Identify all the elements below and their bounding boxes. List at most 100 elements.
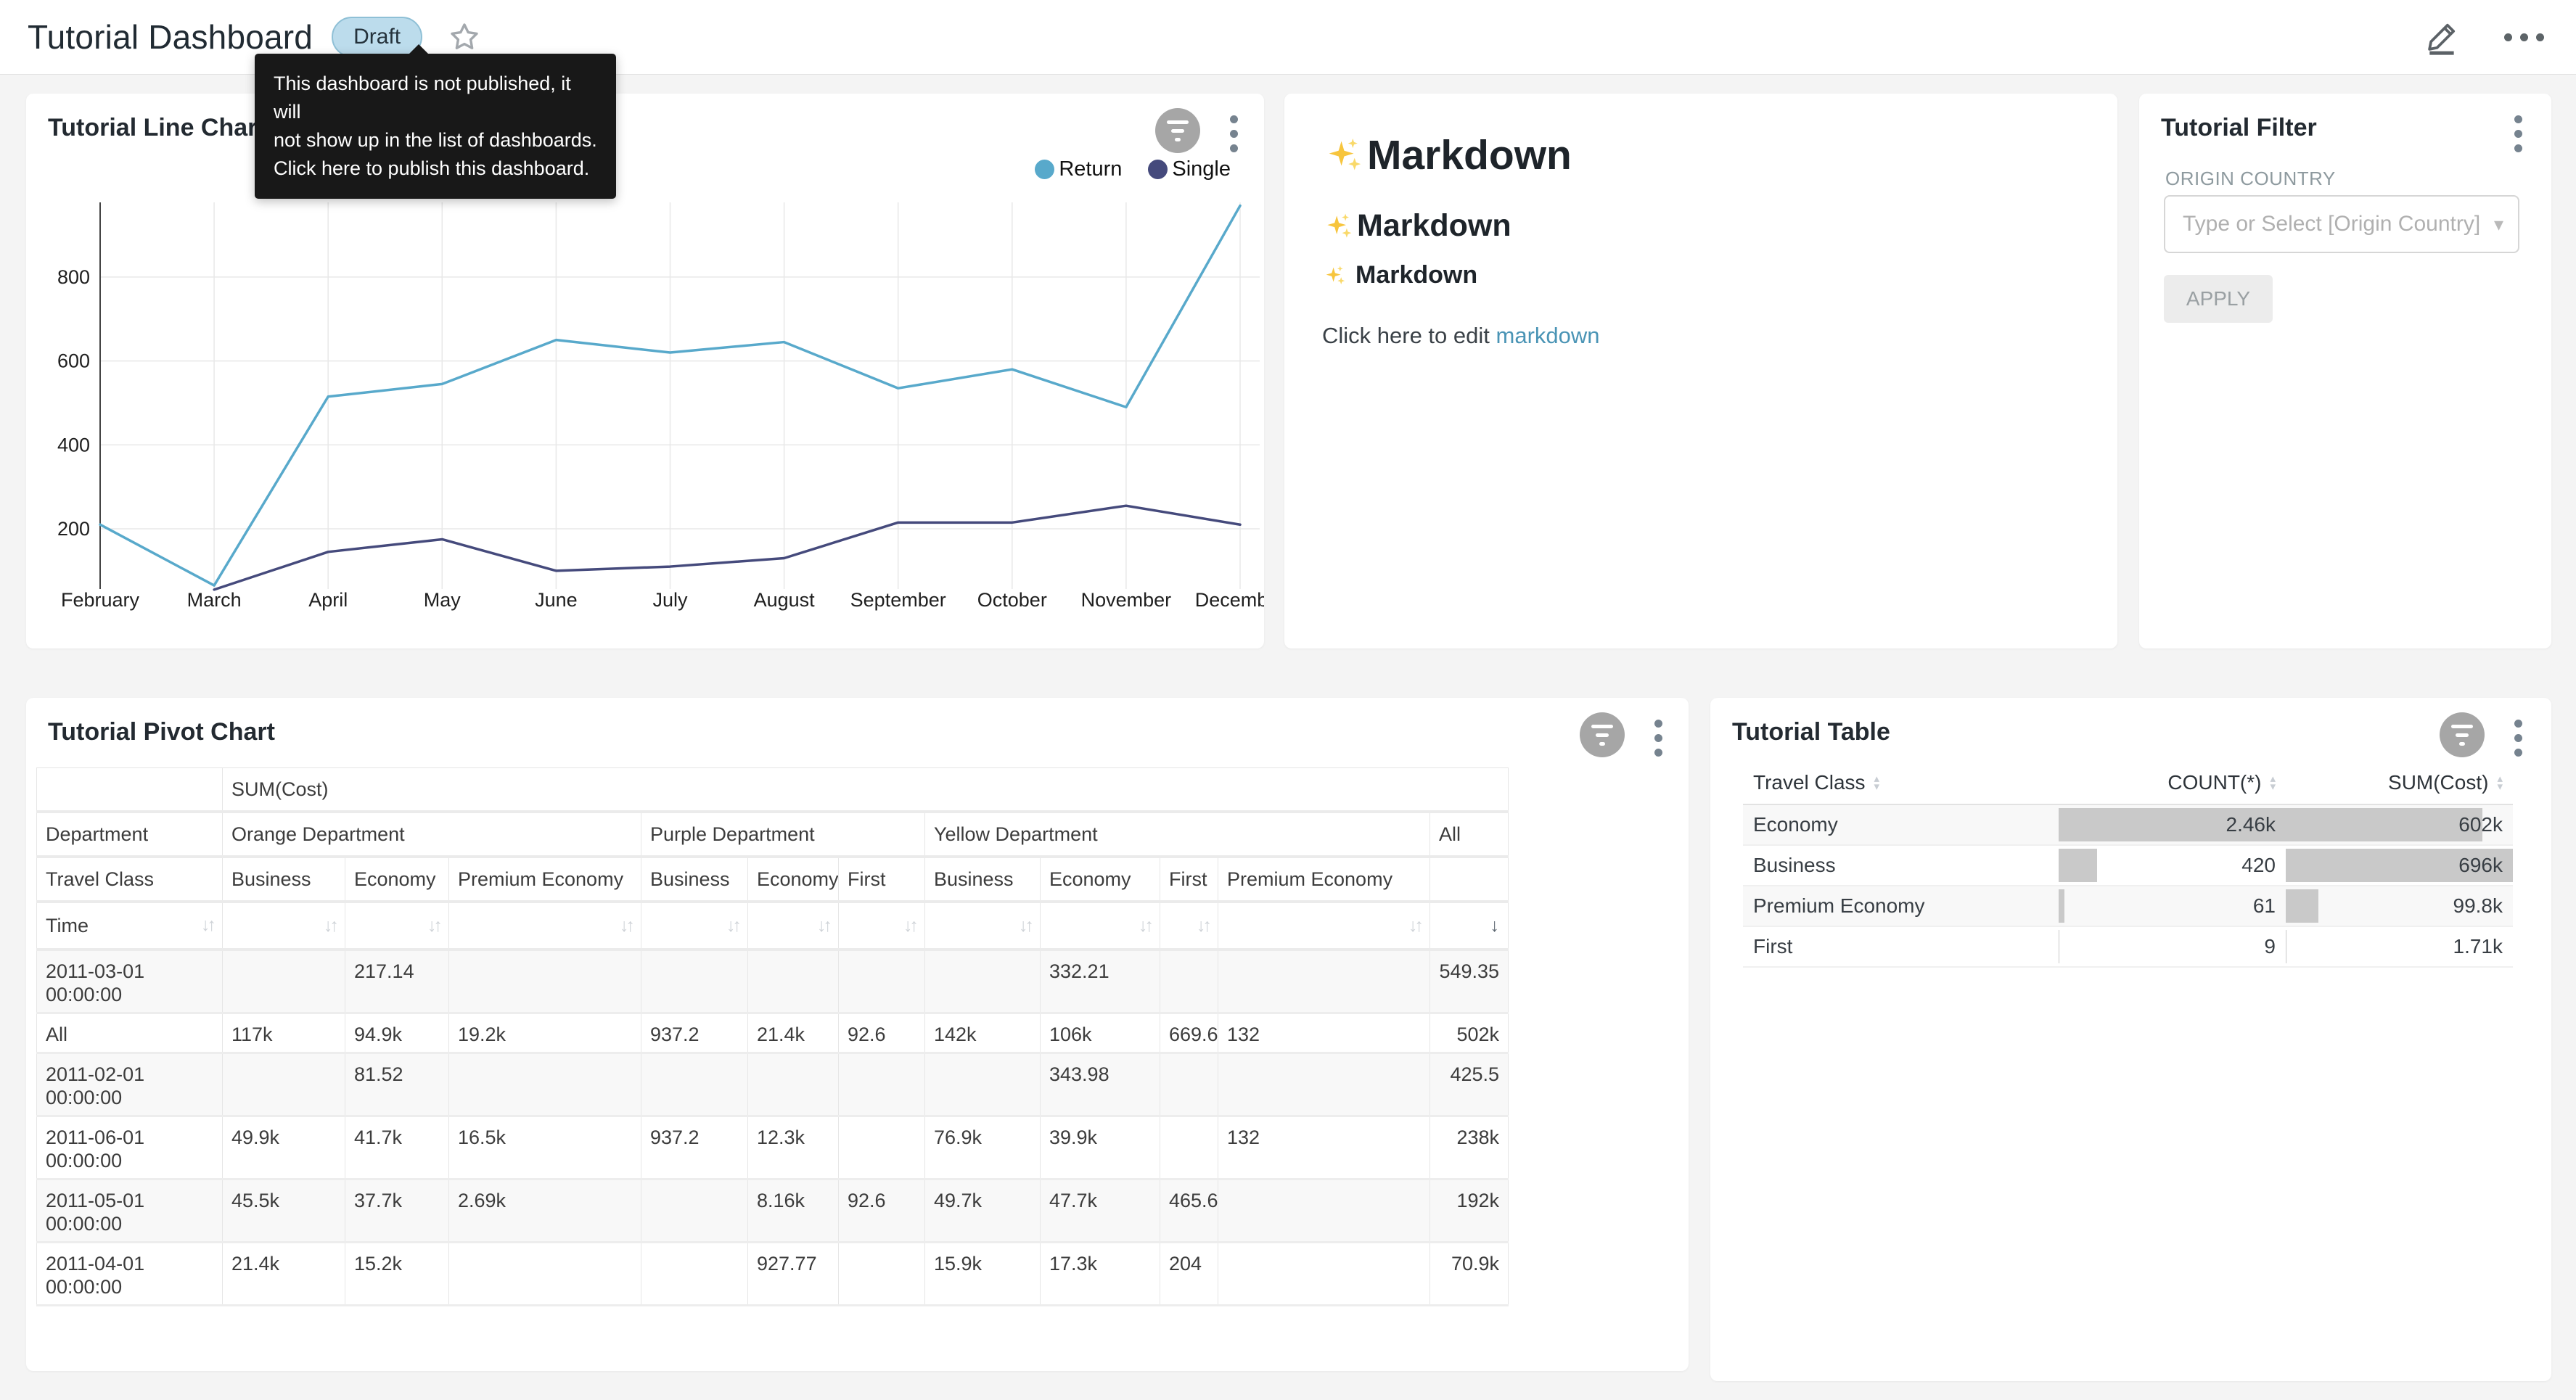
markdown-card: Markdown Markdown Markdown Click here to… [1284,94,2117,648]
sort-icon[interactable]: ↓↑ [1408,915,1421,936]
filter-indicator-icon[interactable] [2440,712,2485,757]
pivot-column-header: Economy [748,857,839,902]
markdown-h1: Markdown [1322,131,1572,179]
table-cell: 2.46k [2059,804,2286,845]
tooltip-line: This dashboard is not published, it will [274,70,597,126]
filter-title: Tutorial Filter [2161,114,2317,142]
tooltip-line: not show up in the list of dashboards. [274,126,597,155]
sort-icon[interactable]: ↓↑ [324,915,336,936]
pivot-time-header: Time↓↑ [37,902,223,950]
kebab-menu-icon[interactable] [1650,715,1667,761]
legend-label: Return [1059,157,1122,181]
kebab-menu-icon[interactable] [1226,111,1242,157]
markdown-h3: Markdown [1322,261,1477,289]
legend-item[interactable]: Return [1035,157,1122,181]
sort-icon[interactable]: ↓↑ [726,915,739,936]
x-axis-tick: February [61,589,140,611]
filter-indicator-icon[interactable] [1580,712,1625,757]
pivot-cell: 132 [1218,1013,1430,1053]
pivot-column-header [1430,857,1509,902]
pivot-row: 2011-03-01 00:00:00217.14332.21549.35 [37,950,1509,1013]
pivot-cell [1218,950,1430,1013]
pivot-group-header: Yellow Department [925,812,1430,857]
legend-dot-icon [1148,160,1168,179]
sparkles-icon [1322,210,1354,242]
cell-value: Economy [1743,813,1838,836]
sort-icon[interactable]: ↓ [1490,915,1500,936]
pivot-cell: 17.3k [1041,1243,1160,1306]
filter-indicator-icon[interactable] [1155,108,1200,153]
pivot-row: 2011-05-01 00:00:0045.5k37.7k2.69k8.16k9… [37,1179,1509,1243]
publish-tooltip[interactable]: This dashboard is not published, it will… [255,54,616,199]
pivot-cell [641,950,748,1013]
sort-icon[interactable]: ↓↑ [201,915,213,936]
table-row[interactable]: Premium Economy6199.8k [1743,886,2513,926]
sort-icon[interactable]: ↓↑ [427,915,440,936]
origin-country-select[interactable]: Type or Select [Origin Country] ▾ [2164,195,2519,253]
table-cell: 99.8k [2286,886,2513,926]
sort-icon[interactable]: ↓↑ [1139,915,1151,936]
table-cell: 61 [2059,886,2286,926]
table-cell: 9 [2059,926,2286,967]
pivot-cell [449,950,641,1013]
sort-icon[interactable]: ↓↑ [1019,915,1031,936]
edit-pencil-icon[interactable] [2424,19,2461,55]
table-column-header[interactable]: SUM(Cost)▴▾ [2286,762,2513,804]
cell-value: 61 [2253,894,2286,918]
pivot-cell: 927.77 [748,1243,839,1306]
pivot-cell: 49.7k [925,1179,1041,1243]
legend-item[interactable]: Single [1148,157,1231,181]
pivot-cell [641,1243,748,1306]
pivot-row-total: 425.5 [1430,1053,1509,1116]
pivot-cell: 15.2k [345,1243,449,1306]
legend-dot-icon [1035,160,1054,179]
pivot-group-header: All [1430,812,1509,857]
pivot-cell: 204 [1160,1243,1218,1306]
sort-icon[interactable]: ↓↑ [1197,915,1209,936]
apply-button[interactable]: APPLY [2164,275,2273,323]
pivot-cell [1218,1053,1430,1116]
sort-icon[interactable]: ↓↑ [620,915,632,936]
pivot-cell: 49.9k [223,1116,345,1179]
pivot-title: Tutorial Pivot Chart [48,718,275,746]
markdown-edit-link[interactable]: markdown [1496,323,1600,348]
pivot-cell: 669.6 [1160,1013,1218,1053]
pivot-row-label: 2011-06-01 00:00:00 [37,1116,223,1179]
pivot-cell: 117k [223,1013,345,1053]
more-actions-icon[interactable] [2498,28,2550,47]
pivot-cell [1160,1116,1218,1179]
table-cell: Business [1743,845,2059,886]
sort-icon[interactable]: ↓↑ [817,915,829,936]
tooltip-line: Click here to publish this dashboard. [274,155,597,183]
pivot-cell [641,1053,748,1116]
x-axis-tick: May [424,589,462,611]
pivot-row: 2011-02-01 00:00:0081.52343.98425.5 [37,1053,1509,1116]
x-axis-tick: December [1195,589,1264,611]
sort-caret-icon: ▴▾ [1874,775,1880,791]
kebab-menu-icon[interactable] [2510,111,2527,157]
pivot-sort-cell: ↓↑ [449,902,641,950]
star-icon[interactable] [447,20,482,54]
x-axis-tick: July [652,589,688,611]
pivot-column-header: Economy [1041,857,1160,902]
pivot-sort-cell: ↓↑ [1160,902,1218,950]
markdown-h2: Markdown [1322,208,1511,244]
y-axis-tick: 800 [57,266,90,288]
table-row[interactable]: First91.71k [1743,926,2513,967]
series-line-single[interactable] [214,506,1240,590]
chevron-down-icon: ▾ [2494,213,2503,236]
markdown-paragraph: Click here to edit markdown [1322,323,1600,349]
kebab-menu-icon[interactable] [2510,715,2527,761]
table-row[interactable]: Economy2.46k602k [1743,804,2513,845]
pivot-column-header: Business [641,857,748,902]
pivot-cell: 465.6 [1160,1179,1218,1243]
table-row[interactable]: Business420696k [1743,845,2513,886]
pivot-row-label: 2011-03-01 00:00:00 [37,950,223,1013]
sort-icon[interactable]: ↓↑ [903,915,916,936]
pivot-cell [1160,1053,1218,1116]
table-column-header[interactable]: COUNT(*)▴▾ [2059,762,2286,804]
pivot-measure-header: SUM(Cost) [223,768,1509,812]
pivot-row-label: All [37,1013,223,1053]
table-column-header[interactable]: Travel Class▴▾ [1743,762,2059,804]
value-bar [2286,808,2482,841]
